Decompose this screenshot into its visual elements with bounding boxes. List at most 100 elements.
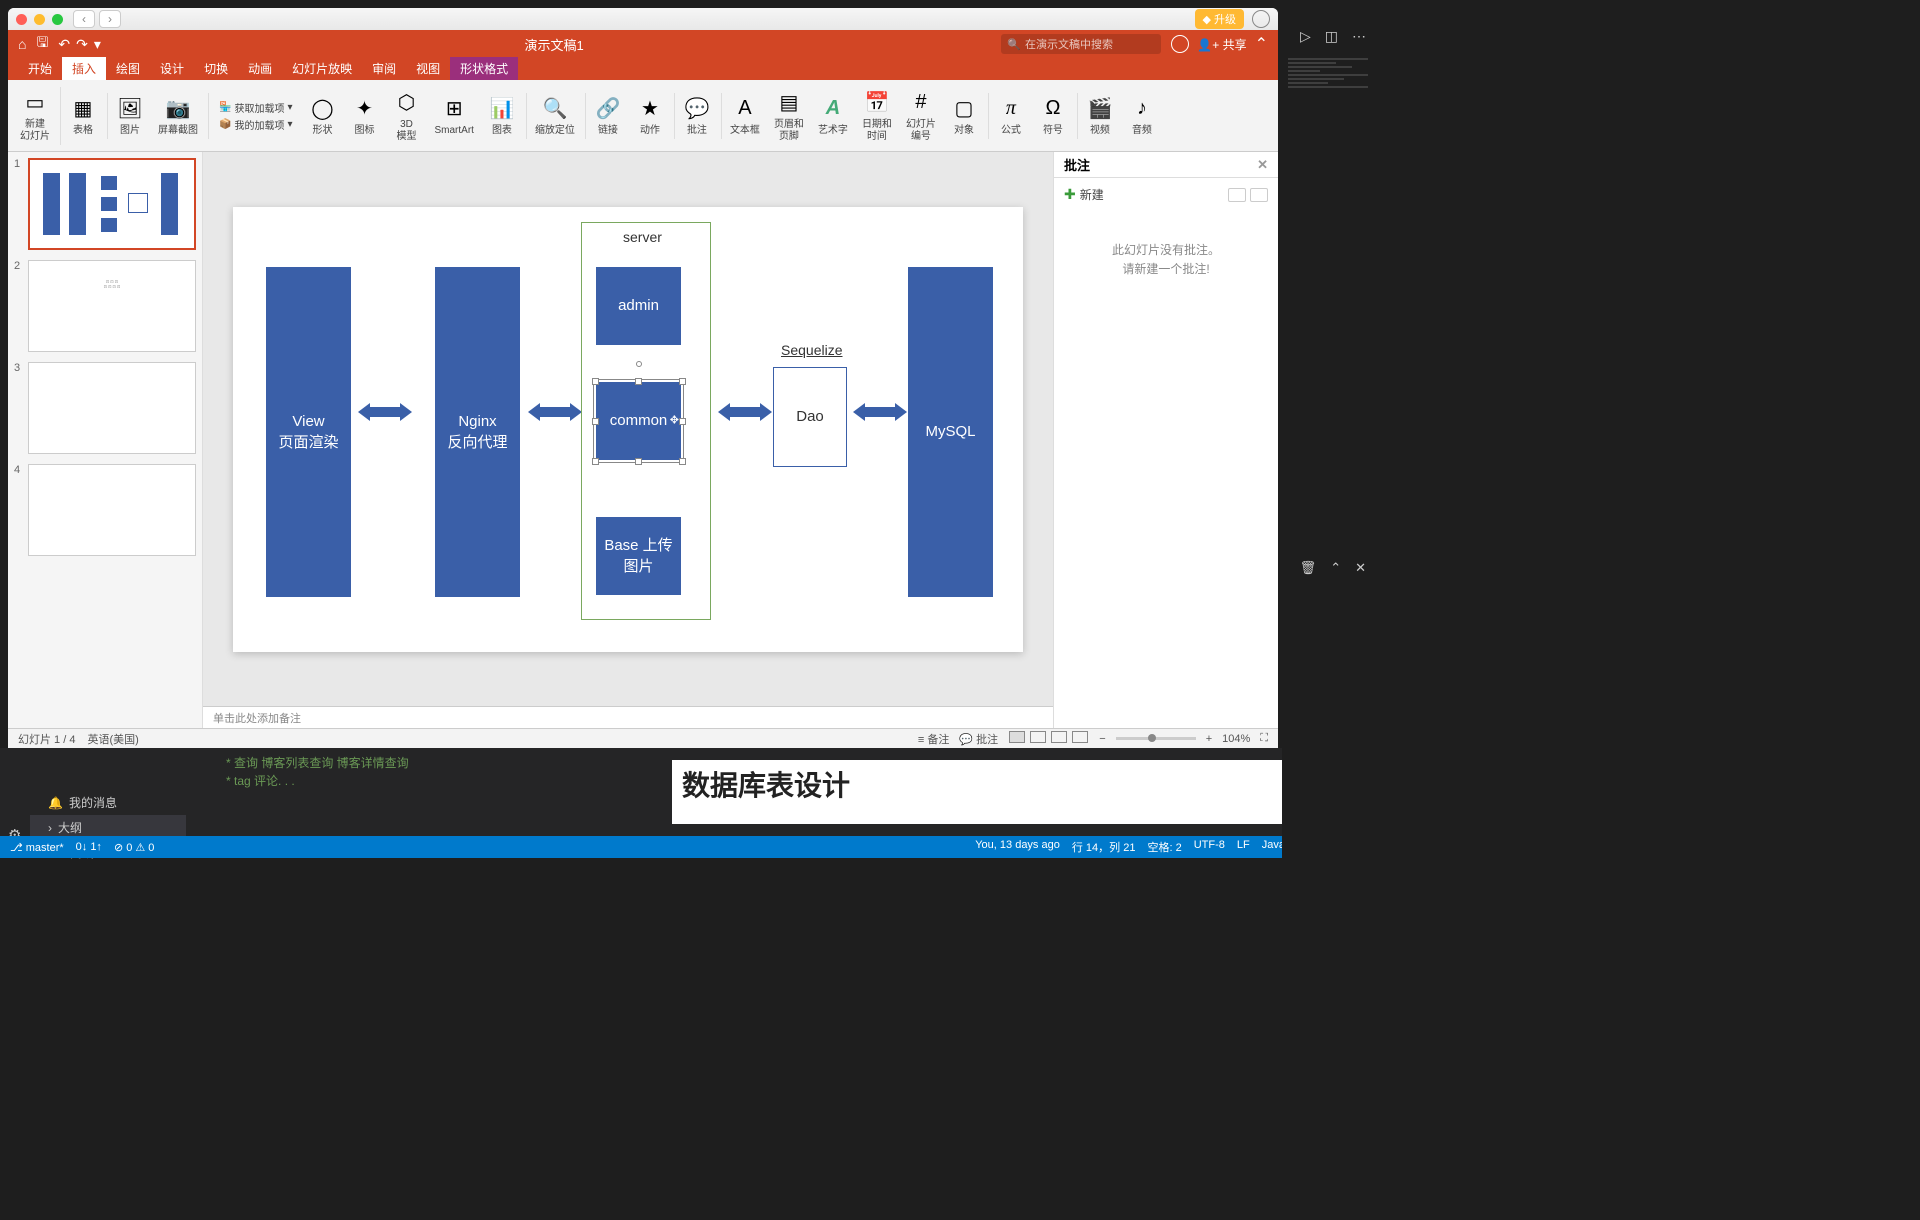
zoom-in-icon[interactable]: + <box>1206 733 1212 745</box>
ribbon-object[interactable]: ▢对象 <box>944 93 989 139</box>
tab-insert[interactable]: 插入 <box>62 57 106 80</box>
ribbon-zoom[interactable]: 🔍缩放定位 <box>529 93 586 139</box>
ribbon-chart[interactable]: 📊图表 <box>482 93 527 139</box>
git-sync[interactable]: 0↓ 1↑ <box>76 841 102 853</box>
close-window-icon[interactable] <box>16 14 27 25</box>
ribbon-picture[interactable]: 🖼图片 <box>110 93 150 139</box>
tab-shape-format[interactable]: 形状格式 <box>450 57 518 80</box>
selection-handle[interactable] <box>592 378 599 385</box>
slide-thumbnails-panel[interactable]: 1 2 ⊡ ⊡ ⊡⊡ ⊡ ⊡ ⊡ 3 <box>8 152 203 728</box>
ribbon-icon-btn[interactable]: ✦图标 <box>344 93 384 139</box>
cursor-position[interactable]: 行 14，列 21 <box>1072 839 1136 855</box>
slide[interactable]: View 页面渲染 Nginx 反向代理 server <box>233 207 1023 652</box>
indentation[interactable]: 空格: 2 <box>1147 839 1181 855</box>
normal-view-icon[interactable] <box>1009 731 1025 743</box>
ribbon-3d[interactable]: ⬡3D 模型 <box>386 87 426 145</box>
play-icon[interactable]: ▷ <box>1300 28 1311 45</box>
new-comment-button[interactable]: 新建 <box>1080 186 1104 203</box>
shape-mysql[interactable]: MySQL <box>908 267 993 597</box>
undo-icon[interactable]: ↶ <box>58 36 70 53</box>
redo-icon[interactable]: ↷ <box>76 36 88 53</box>
save-icon[interactable]: 🖫 <box>36 32 48 56</box>
ribbon-slidenum[interactable]: #幻灯片 编号 <box>900 87 942 145</box>
ribbon-new-slide[interactable]: ▭新建 幻灯片 <box>14 87 61 145</box>
ribbon-datetime[interactable]: 📅日期和 时间 <box>856 87 898 145</box>
ribbon-screenshot[interactable]: 📷屏幕截图 <box>152 93 209 139</box>
tab-start[interactable]: 开始 <box>18 57 62 80</box>
encoding[interactable]: UTF-8 <box>1194 839 1225 855</box>
eol[interactable]: LF <box>1237 839 1250 855</box>
minimize-window-icon[interactable] <box>34 14 45 25</box>
trash-icon[interactable]: 🗑 <box>1300 560 1317 576</box>
ribbon-action[interactable]: ★动作 <box>630 93 675 139</box>
slide-counter[interactable]: 幻灯片 1 / 4 <box>18 731 75 747</box>
tab-draw[interactable]: 绘图 <box>106 57 150 80</box>
shape-base[interactable]: Base 上传 图片 <box>596 517 681 595</box>
arrow-1[interactable] <box>370 407 400 417</box>
shape-nginx[interactable]: Nginx 反向代理 <box>435 267 520 597</box>
ribbon-link[interactable]: 🔗链接 <box>588 93 628 139</box>
sorter-view-icon[interactable] <box>1030 731 1046 743</box>
chevron-up-icon[interactable]: ⌃ <box>1330 560 1341 576</box>
slide-canvas[interactable]: View 页面渲染 Nginx 反向代理 server <box>203 152 1053 706</box>
fit-window-icon[interactable]: ⛶ <box>1260 732 1268 745</box>
next-comment-icon[interactable] <box>1250 188 1268 202</box>
reading-view-icon[interactable] <box>1051 731 1067 743</box>
zoom-percent[interactable]: 104% <box>1222 733 1250 745</box>
slide-thumbnail-4[interactable] <box>28 464 196 556</box>
selection-handle[interactable] <box>679 458 686 465</box>
slide-thumbnail-1[interactable] <box>28 158 196 250</box>
ribbon-table[interactable]: ▦表格 <box>63 93 108 139</box>
selection-handle[interactable] <box>635 458 642 465</box>
selection-handle[interactable] <box>592 458 599 465</box>
feedback-icon[interactable] <box>1171 35 1189 53</box>
ribbon-comment[interactable]: 💬批注 <box>677 93 722 139</box>
close-icon[interactable]: ✕ <box>1257 157 1268 173</box>
nav-back-icon[interactable]: ‹ <box>73 10 95 28</box>
arrow-3[interactable] <box>730 407 760 417</box>
split-icon[interactable]: ◫ <box>1325 28 1338 45</box>
close-icon[interactable]: ✕ <box>1355 560 1366 576</box>
tab-design[interactable]: 设计 <box>150 57 194 80</box>
slide-thumbnail-3[interactable] <box>28 362 196 454</box>
notes-area[interactable]: 单击此处添加备注 <box>203 706 1053 728</box>
ribbon-equation[interactable]: π公式 <box>991 93 1031 139</box>
prev-comment-icon[interactable] <box>1228 188 1246 202</box>
ribbon-video[interactable]: 🎬视频 <box>1080 93 1120 139</box>
qat-dropdown-icon[interactable]: ▾ <box>94 36 101 53</box>
tab-animation[interactable]: 动画 <box>238 57 282 80</box>
tab-review[interactable]: 审阅 <box>362 57 406 80</box>
notes-toggle[interactable]: ≡ 备注 <box>918 731 949 747</box>
ribbon-header-footer[interactable]: ▤页眉和 页脚 <box>768 87 810 145</box>
slide-thumbnail-2[interactable]: ⊡ ⊡ ⊡⊡ ⊡ ⊡ ⊡ <box>28 260 196 352</box>
language-status[interactable]: 英语(美国) <box>87 731 138 747</box>
ribbon-get-addin[interactable]: 🏪获取加载项▾ <box>219 100 292 115</box>
nav-forward-icon[interactable]: › <box>99 10 121 28</box>
tab-slideshow[interactable]: 幻灯片放映 <box>282 57 362 80</box>
ribbon-my-addin[interactable]: 📦我的加载项▾ <box>219 117 292 132</box>
tab-view[interactable]: 视图 <box>406 57 450 80</box>
zoom-out-icon[interactable]: − <box>1099 733 1105 745</box>
ribbon-collapse-icon[interactable]: ⌃ <box>1255 34 1268 54</box>
rotation-handle[interactable] <box>636 361 642 367</box>
ribbon-audio[interactable]: ♪音频 <box>1122 93 1162 139</box>
selection-handle[interactable] <box>679 378 686 385</box>
tab-transition[interactable]: 切换 <box>194 57 238 80</box>
ribbon-symbol[interactable]: Ω符号 <box>1033 93 1078 139</box>
share-button[interactable]: 👤+ 共享 <box>1197 36 1246 53</box>
selection-handle[interactable] <box>592 418 599 425</box>
home-icon[interactable]: ⌂ <box>18 36 26 52</box>
sequelize-label[interactable]: Sequelize <box>781 342 843 358</box>
sidebar-my-messages[interactable]: 🔔我的消息 <box>30 790 186 815</box>
upgrade-button[interactable]: ◆ 升级 <box>1195 9 1244 29</box>
zoom-slider[interactable] <box>1116 737 1196 740</box>
ribbon-smartart[interactable]: ⊞SmartArt <box>428 93 479 139</box>
shape-common-selected[interactable]: common ✥ <box>596 382 681 460</box>
selection-handle[interactable] <box>679 418 686 425</box>
arrow-4[interactable] <box>865 407 895 417</box>
vscode-editor[interactable]: * 查询 博客列表查询 博客详情查询 * tag 评论. . . <box>186 748 646 796</box>
shape-dao[interactable]: Dao <box>773 367 847 467</box>
ribbon-textbox[interactable]: A文本框 <box>724 93 766 139</box>
shape-admin[interactable]: admin <box>596 267 681 345</box>
problems-status[interactable]: ⊘ 0 ⚠ 0 <box>114 841 154 854</box>
